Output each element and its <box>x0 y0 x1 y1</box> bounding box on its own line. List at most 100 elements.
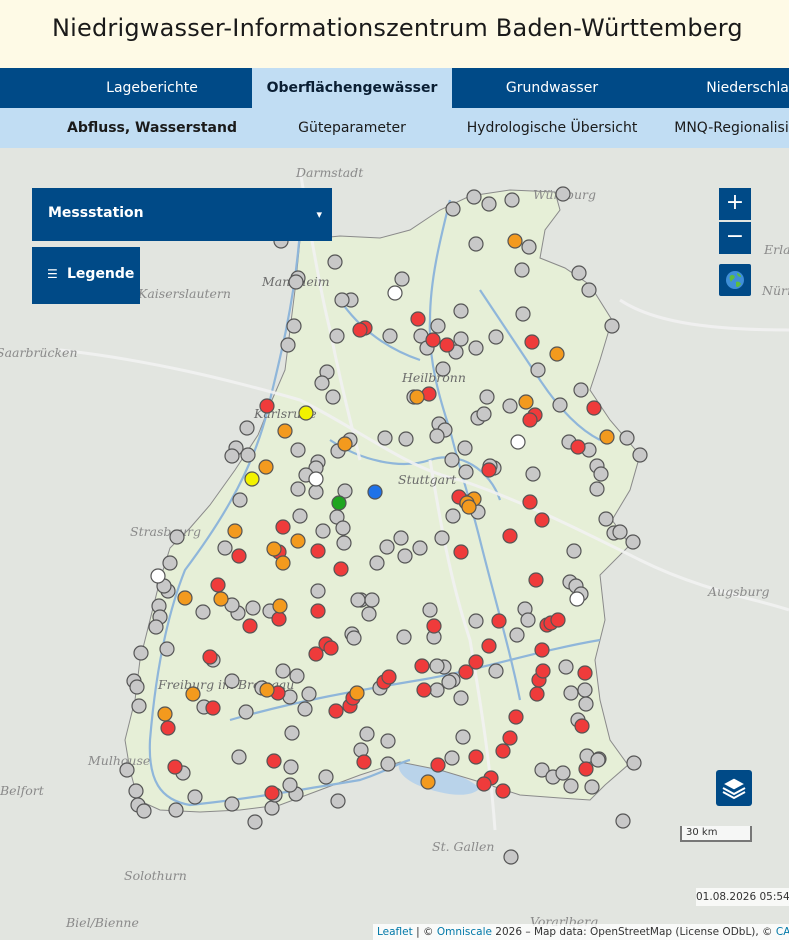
station-marker-grey[interactable] <box>453 303 469 319</box>
station-marker-red[interactable] <box>495 783 511 799</box>
station-marker-grey[interactable] <box>290 442 306 458</box>
station-marker-grey[interactable] <box>240 447 256 463</box>
station-marker-grey[interactable] <box>239 420 255 436</box>
station-marker-grey[interactable] <box>292 508 308 524</box>
station-marker-red[interactable] <box>259 398 275 414</box>
station-marker-orange[interactable] <box>227 523 243 539</box>
station-marker-orange[interactable] <box>213 591 229 607</box>
station-marker-grey[interactable] <box>329 328 345 344</box>
station-marker-red[interactable] <box>160 720 176 736</box>
station-marker-grey[interactable] <box>297 701 313 717</box>
station-marker-grey[interactable] <box>119 762 135 778</box>
station-marker-red[interactable] <box>534 512 550 528</box>
station-marker-grey[interactable] <box>231 749 247 765</box>
station-marker-grey[interactable] <box>359 726 375 742</box>
station-marker-grey[interactable] <box>434 530 450 546</box>
station-marker-grey[interactable] <box>187 789 203 805</box>
station-marker-grey[interactable] <box>327 254 343 270</box>
station-marker-grey[interactable] <box>289 668 305 684</box>
station-marker-grey[interactable] <box>566 543 582 559</box>
station-marker-red[interactable] <box>522 412 538 428</box>
station-marker-grey[interactable] <box>441 674 457 690</box>
station-marker-grey[interactable] <box>525 466 541 482</box>
station-marker-grey[interactable] <box>195 604 211 620</box>
station-marker-red[interactable] <box>242 618 258 634</box>
station-marker-grey[interactable] <box>590 752 606 768</box>
station-marker-red[interactable] <box>310 603 326 619</box>
station-marker-red[interactable] <box>524 334 540 350</box>
station-marker-yellow[interactable] <box>298 405 314 421</box>
station-marker-grey[interactable] <box>369 555 385 571</box>
station-marker-orange[interactable] <box>549 346 565 362</box>
station-marker-grey[interactable] <box>555 186 571 202</box>
station-marker-grey[interactable] <box>350 592 366 608</box>
station-marker-grey[interactable] <box>626 755 642 771</box>
station-marker-orange[interactable] <box>518 394 534 410</box>
station-marker-grey[interactable] <box>578 696 594 712</box>
station-marker-grey[interactable] <box>604 318 620 334</box>
station-marker-grey[interactable] <box>552 397 568 413</box>
station-marker-yellow[interactable] <box>244 471 260 487</box>
station-marker-grey[interactable] <box>334 292 350 308</box>
station-marker-grey[interactable] <box>232 492 248 508</box>
station-marker-grey[interactable] <box>169 529 185 545</box>
station-marker-green[interactable] <box>331 495 347 511</box>
station-marker-red[interactable] <box>491 613 507 629</box>
station-marker-grey[interactable] <box>457 440 473 456</box>
station-marker-grey[interactable] <box>444 750 460 766</box>
station-marker-red[interactable] <box>535 663 551 679</box>
station-marker-grey[interactable] <box>336 535 352 551</box>
station-marker-red[interactable] <box>529 686 545 702</box>
station-marker-grey[interactable] <box>301 686 317 702</box>
zoom-in-button[interactable]: + <box>719 188 751 220</box>
station-marker-red[interactable] <box>578 761 594 777</box>
station-marker-red[interactable] <box>416 682 432 698</box>
station-marker-grey[interactable] <box>396 629 412 645</box>
station-marker-grey[interactable] <box>571 265 587 281</box>
station-marker-grey[interactable] <box>509 627 525 643</box>
subtab-hydrologische-uebersicht[interactable]: Hydrologische Übersicht <box>452 108 652 148</box>
station-marker-grey[interactable] <box>481 196 497 212</box>
station-marker-white[interactable] <box>150 568 166 584</box>
station-marker-grey[interactable] <box>584 779 600 795</box>
map[interactable]: Darmstadt Würzburg Mannheim Kaiserslaute… <box>0 148 789 940</box>
station-marker-grey[interactable] <box>128 783 144 799</box>
station-marker-grey[interactable] <box>455 729 471 745</box>
station-marker-red[interactable] <box>167 759 183 775</box>
station-marker-red[interactable] <box>495 743 511 759</box>
station-marker-grey[interactable] <box>247 814 263 830</box>
station-marker-grey[interactable] <box>581 282 597 298</box>
station-marker-red[interactable] <box>453 544 469 560</box>
station-marker-grey[interactable] <box>503 849 519 865</box>
station-marker-red[interactable] <box>410 311 426 327</box>
station-marker-red[interactable] <box>528 572 544 588</box>
station-marker-orange[interactable] <box>461 499 477 515</box>
station-marker-grey[interactable] <box>488 663 504 679</box>
station-marker-grey[interactable] <box>168 802 184 818</box>
station-marker-orange[interactable] <box>507 233 523 249</box>
tab-oberflaechengewaesser[interactable]: Oberflächengewässer <box>252 68 452 108</box>
station-marker-grey[interactable] <box>245 600 261 616</box>
station-marker-red[interactable] <box>414 658 430 674</box>
subtab-abfluss-wasserstand[interactable]: Abfluss, Wasserstand <box>52 108 252 148</box>
station-marker-grey[interactable] <box>422 602 438 618</box>
station-marker-grey[interactable] <box>479 389 495 405</box>
station-marker-grey[interactable] <box>598 511 614 527</box>
station-marker-grey[interactable] <box>288 274 304 290</box>
station-marker-orange[interactable] <box>277 423 293 439</box>
station-marker-grey[interactable] <box>445 201 461 217</box>
station-marker-red[interactable] <box>323 640 339 656</box>
station-marker-grey[interactable] <box>504 192 520 208</box>
station-marker-grey[interactable] <box>275 663 291 679</box>
station-marker-white[interactable] <box>387 285 403 301</box>
station-marker-red[interactable] <box>508 709 524 725</box>
station-marker-grey[interactable] <box>514 262 530 278</box>
station-marker-grey[interactable] <box>379 539 395 555</box>
station-marker-grey[interactable] <box>315 523 331 539</box>
omniscale-link[interactable]: Omniscale <box>437 926 492 938</box>
station-marker-red[interactable] <box>275 519 291 535</box>
tab-lageberichte[interactable]: Lageberichte <box>52 68 252 108</box>
station-marker-grey[interactable] <box>453 331 469 347</box>
station-marker-grey[interactable] <box>346 630 362 646</box>
station-marker-grey[interactable] <box>283 759 299 775</box>
